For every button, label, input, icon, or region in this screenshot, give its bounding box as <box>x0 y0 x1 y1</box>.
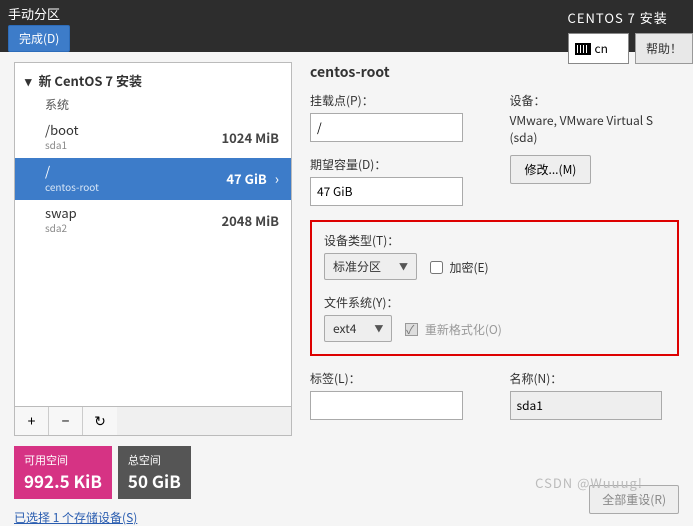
reformat-checkbox <box>405 323 418 336</box>
partition-toolbar: + − ↻ <box>14 407 292 436</box>
add-button[interactable]: + <box>15 407 49 435</box>
desired-capacity-input[interactable] <box>310 177 463 206</box>
available-space-box: 可用空间 992.5 KiB <box>14 446 112 499</box>
device-label: 设备： <box>510 92 680 109</box>
page-title: 手动分区 <box>8 4 70 23</box>
total-space-label: 总空间 <box>128 452 181 468</box>
partition-device: sda2 <box>45 220 77 235</box>
label-field-label: 标签(L)： <box>310 370 480 387</box>
tree-root-label: 新 CentOS 7 安装 <box>38 71 142 90</box>
partition-mount: swap <box>45 206 77 220</box>
detail-title: centos-root <box>310 62 679 82</box>
available-space-label: 可用空间 <box>24 452 102 468</box>
reload-button[interactable]: ↻ <box>83 407 117 435</box>
available-space-value: 992.5 KiB <box>24 468 102 493</box>
partition-mount: /boot <box>45 123 79 137</box>
expand-icon: ▾ <box>25 71 32 90</box>
installer-title: CENTOS 7 安装 <box>568 8 683 27</box>
reset-all-button[interactable]: 全部重设(R) <box>589 485 679 514</box>
partition-size: 2048 MiB <box>221 211 279 230</box>
chevron-right-icon: › <box>275 169 279 189</box>
partition-tree: ▾ 新 CentOS 7 安装 系统 /boot sda1 1024 MiB /… <box>14 62 292 407</box>
label-input[interactable] <box>310 391 463 420</box>
total-space-box: 总空间 50 GiB <box>118 446 191 499</box>
total-space-value: 50 GiB <box>128 468 181 493</box>
mount-point-input[interactable] <box>310 113 463 142</box>
device-type-select[interactable]: 标准分区 <box>324 253 417 280</box>
mount-point-label: 挂载点(P)： <box>310 92 480 109</box>
partition-mount: / <box>45 164 99 178</box>
partition-item-swap[interactable]: swap sda2 2048 MiB <box>15 200 291 241</box>
name-field-label: 名称(N)： <box>510 370 680 387</box>
encrypt-checkbox[interactable] <box>430 261 443 274</box>
partition-device: centos-root <box>45 179 99 194</box>
device-type-label: 设备类型(T)： <box>324 232 665 249</box>
modify-button[interactable]: 修改...(M) <box>510 155 592 184</box>
tree-root[interactable]: ▾ 新 CentOS 7 安装 <box>15 63 291 94</box>
filesystem-label: 文件系统(Y)： <box>324 294 665 311</box>
partition-item-root[interactable]: / centos-root 47 GiB › <box>15 158 291 199</box>
partition-size: 1024 MiB <box>221 128 279 147</box>
desired-capacity-label: 期望容量(D)： <box>310 156 480 173</box>
reformat-label: 重新格式化(O) <box>425 321 502 338</box>
partition-item-boot[interactable]: /boot sda1 1024 MiB <box>15 117 291 158</box>
partition-device: sda1 <box>45 137 79 152</box>
filesystem-select[interactable]: ext4 <box>324 315 392 342</box>
storage-devices-link[interactable]: 已选择 1 个存储设备(S) <box>14 509 292 526</box>
name-input <box>510 391 663 420</box>
done-button[interactable]: 完成(D) <box>8 25 70 52</box>
partition-size: 47 GiB <box>226 169 266 188</box>
system-group-label: 系统 <box>15 94 291 117</box>
device-text: VMware, VMware Virtual S (sda) <box>510 113 680 147</box>
remove-button[interactable]: − <box>49 407 83 435</box>
encrypt-label: 加密(E) <box>449 259 488 276</box>
highlighted-section: 设备类型(T)： 标准分区 加密(E) 文件系统(Y)： ext4 重新格式化(… <box>310 220 679 356</box>
